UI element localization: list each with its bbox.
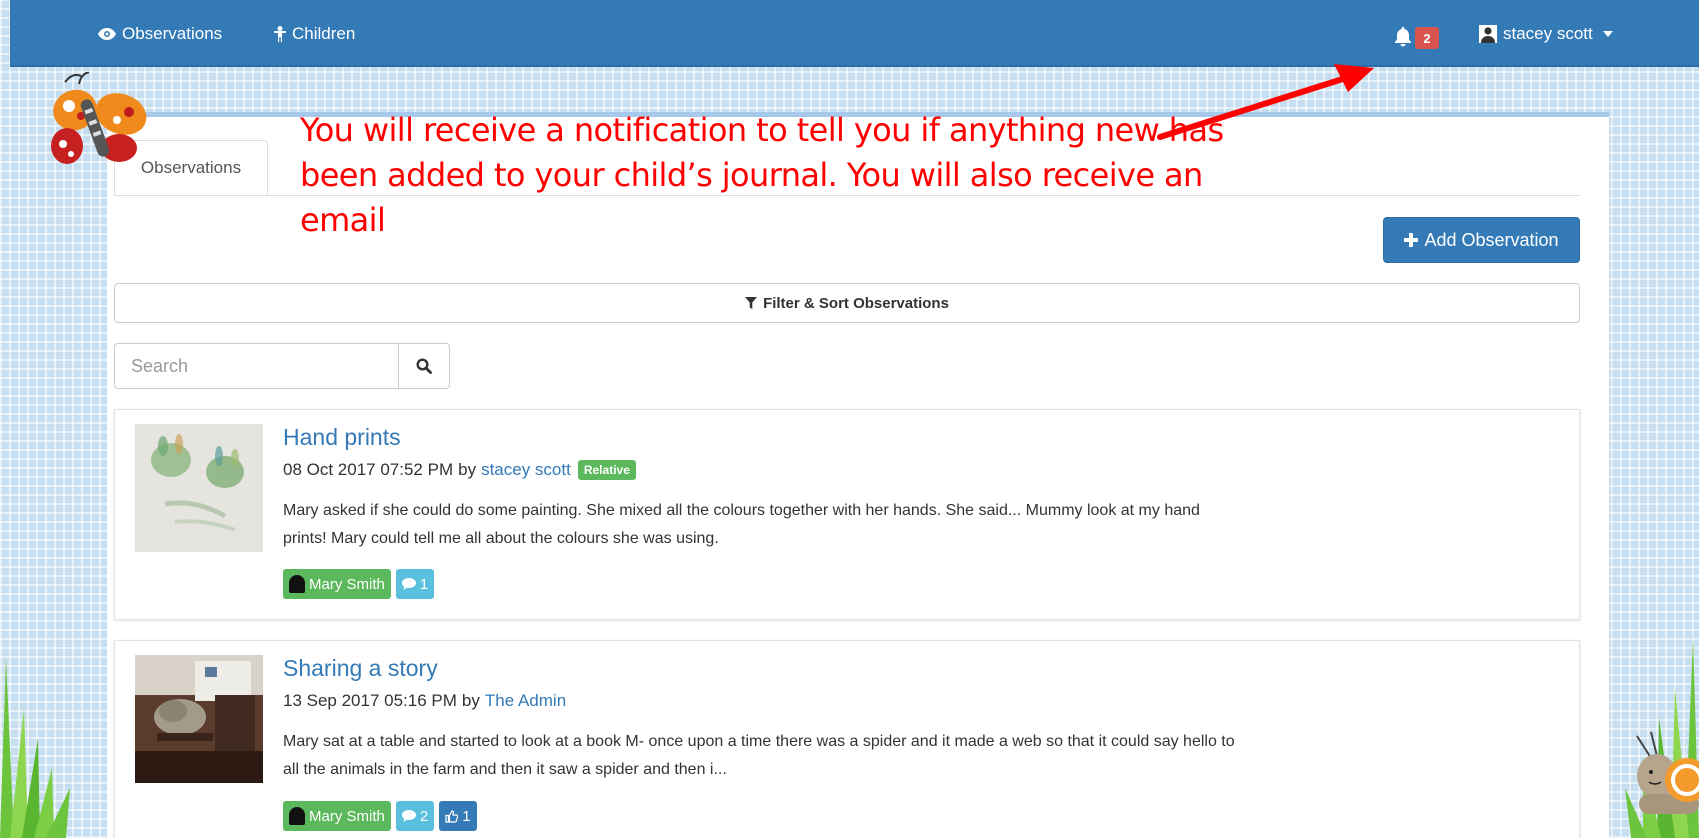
eye-icon [98,28,116,40]
snail-icon [1636,731,1699,814]
observation-title[interactable]: Hand prints [283,424,401,451]
butterfly-icon [51,72,147,164]
child-name: Mary Smith [309,575,385,593]
filter-icon [745,297,758,309]
user-name: stacey scott [1503,24,1593,43]
observation-body: Mary asked if she could do some painting… [283,502,1200,547]
observation-date: 13 Sep 2017 05:16 PM [283,691,457,710]
search-input[interactable] [114,343,399,389]
filter-sort-label: Filter & Sort Observations [763,294,949,312]
observation-card[interactable]: Hand prints 08 Oct 2017 07:52 PM by stac… [114,409,1580,620]
search-button[interactable] [398,343,450,389]
child-icon [274,26,286,42]
top-navbar: Observations Children 2 stacey scott [10,0,1699,67]
observation-card[interactable]: Sharing a story 13 Sep 2017 05:16 PM by … [114,640,1580,838]
comments-count: 1 [419,575,429,593]
observation-tags: Mary Smith 2 1 [283,801,477,831]
observation-thumbnail[interactable] [135,424,263,552]
likes-badge[interactable]: 1 [439,801,477,831]
nav-children[interactable]: Children [274,24,355,44]
role-badge: Relative [577,460,636,480]
observation-meta: 08 Oct 2017 07:52 PM by stacey scott Rel… [283,460,636,480]
observation-author-link[interactable]: stacey scott [481,460,571,480]
comments-badge[interactable]: 2 [395,801,435,831]
nav-children-label: Children [292,24,356,43]
observation-body: Mary sat at a table and started to look … [283,733,1235,778]
plus-icon [1404,233,1419,247]
nav-observations[interactable]: Observations [98,24,222,44]
annotation-callout: You will receive a notification to tell … [300,111,1224,239]
observation-thumbnail[interactable] [135,655,263,783]
comment-icon [401,810,416,822]
search-icon [416,358,432,374]
comments-count: 2 [419,807,429,825]
add-observation-button[interactable]: Add Observation [1383,217,1580,263]
child-name: Mary Smith [309,807,385,825]
thumbs-up-icon [445,809,459,823]
notification-count-badge[interactable]: 2 [1415,27,1439,49]
child-tag[interactable]: Mary Smith [283,801,391,831]
grass-decoration-left [0,658,70,838]
observation-meta: 13 Sep 2017 05:16 PM by The Admin [283,691,566,711]
child-tag[interactable]: Mary Smith [283,569,391,599]
child-avatar-icon [289,807,305,825]
nav-observations-label: Observations [122,24,223,43]
observation-tags: Mary Smith 1 [283,569,435,599]
observation-by: by [458,460,477,479]
user-icon [1479,25,1497,43]
comment-icon [401,578,416,590]
filter-sort-toggle[interactable]: Filter & Sort Observations [114,283,1580,323]
chevron-down-icon [1602,31,1613,37]
observation-author-link[interactable]: The Admin [485,691,566,711]
observation-title[interactable]: Sharing a story [283,655,438,682]
likes-count: 1 [462,807,471,825]
observation-by: by [461,691,480,710]
comments-badge[interactable]: 1 [395,569,435,599]
bell-icon[interactable] [1394,27,1412,47]
add-observation-label: Add Observation [1424,229,1559,250]
observation-date: 08 Oct 2017 07:52 PM [283,460,454,479]
child-avatar-icon [289,575,305,593]
user-menu[interactable]: stacey scott [1479,24,1613,44]
